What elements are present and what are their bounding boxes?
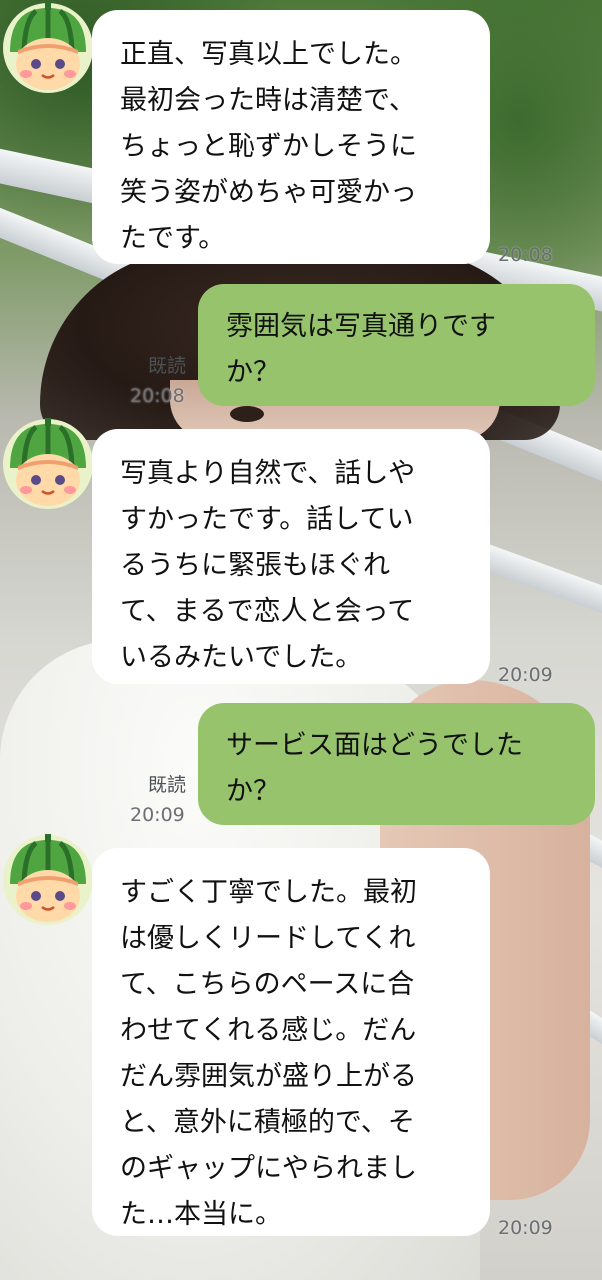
watermelon-kid-icon[interactable]: [2, 418, 94, 510]
message-bubble-incoming[interactable]: すごく丁寧でした。最初 は優しくリードしてくれ て、こちらのペースに合 わせてく…: [92, 848, 490, 1236]
message-timestamp: 20:09: [130, 804, 185, 826]
eye: [230, 406, 264, 422]
read-receipt: 既読: [147, 355, 186, 377]
watermelon-kid-icon[interactable]: [2, 2, 94, 94]
message-timestamp: 20:09: [498, 1217, 553, 1239]
message-bubble-incoming[interactable]: 正直、写真以上でした。 最初会った時は清楚で、 ちょっと恥ずかしそうに 笑う姿が…: [92, 10, 490, 264]
watermelon-kid-icon[interactable]: [2, 834, 94, 926]
message-timestamp: 20:08: [130, 385, 185, 407]
message-bubble-incoming[interactable]: 写真より自然で、話しや すかったです。話してい るうちに緊張もほぐれ て、まるで…: [92, 429, 490, 684]
message-bubble-outgoing[interactable]: 雰囲気は写真通りです か？: [198, 284, 595, 406]
message-bubble-outgoing[interactable]: サービス面はどうでした か？: [198, 703, 595, 825]
message-timestamp: 20:08: [498, 244, 553, 266]
message-timestamp: 20:09: [498, 664, 553, 686]
read-receipt: 既読: [147, 774, 186, 796]
